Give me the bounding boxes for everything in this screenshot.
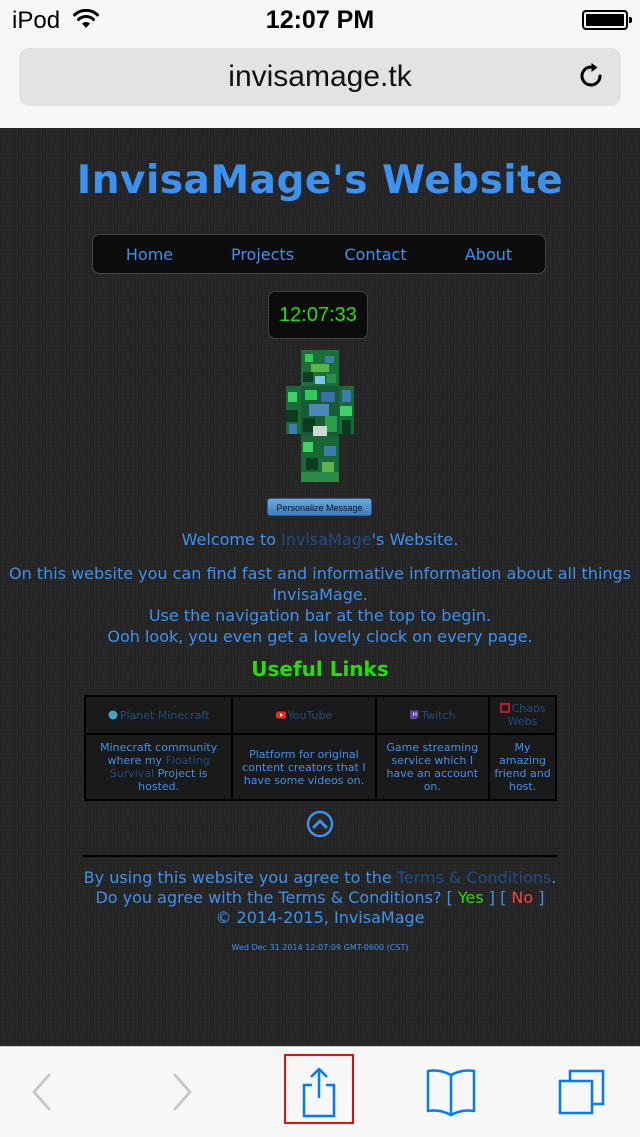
chevron-left-icon [32,1073,51,1111]
globe-icon [108,710,118,719]
link-twitch[interactable]: Twitch [374,695,491,735]
terms-question: Do you agree with the Terms & Conditions… [0,888,640,908]
useful-links-heading: Useful Links [251,657,389,681]
status-time: 12:07 PM [265,6,375,34]
reload-icon[interactable] [575,60,607,92]
web-page: InvisaMage's Website Home Projects Conta… [0,128,640,1046]
welcome-prefix: Welcome to [181,530,282,549]
description-twitch: Game streaming service which I have an a… [374,733,491,801]
terms-notice: By using this website you agree to the T… [0,868,640,888]
site-footer: By using this website you agree to the T… [0,868,640,928]
minecraft-skin-image [286,350,354,482]
bracket: ] [533,888,545,907]
nav-home[interactable]: Home [93,245,206,264]
bracket: ] [483,888,495,907]
back-to-top-icon[interactable] [306,810,334,838]
nav-projects[interactable]: Projects [206,245,319,264]
status-bar: iPod 12:07 PM [0,0,640,40]
intro-line: Use the navigation bar at the top to beg… [148,606,492,625]
browser-toolbar [0,1046,640,1136]
chevron-right-icon [173,1073,192,1111]
twitch-icon [410,710,419,720]
back-button[interactable] [22,1047,62,1137]
youtube-icon [275,711,286,718]
browser-address-area: invisamage.tk [0,40,640,128]
bookmarks-button[interactable] [420,1047,482,1137]
address-bar[interactable]: invisamage.tk [19,48,621,106]
welcome-suffix: 's Website. [371,530,459,549]
share-icon [302,1067,336,1118]
question-text: Do you agree with the Terms & Conditions… [95,888,447,907]
tabs-button[interactable] [552,1047,612,1137]
page-clock: 12:07:33 [268,291,368,339]
copyright: © 2014-2015, InvisaMage [215,908,425,927]
tabs-icon [558,1069,605,1115]
footer-divider [83,855,557,857]
intro-line: Ooh look, you even get a lovely clock on… [107,627,533,646]
description-planet-minecraft: Minecraft community where my Floating Su… [83,733,234,801]
site-title: InvisaMage's Website [76,158,564,203]
chaos-webs-icon [499,703,510,713]
terms-text: By using this website you agree to the [83,868,397,887]
date-stamp: Wed Dec 31 2014 12:07:09 GMT-0600 (CST) [231,943,409,952]
nav-about[interactable]: About [432,245,545,264]
terms-link[interactable]: Terms & Conditions [397,868,551,887]
forward-button[interactable] [162,1047,202,1137]
intro-line: On this website you can find fast and in… [8,564,632,583]
description-chaos-webs: My amazing friend and host. [488,733,557,801]
intro-text: On this website you can find fast and in… [0,563,640,647]
link-youtube[interactable]: YouTube [231,695,377,735]
share-button[interactable] [294,1047,344,1137]
table-row: Planet Minecraft YouTube Twitch Chaos We… [83,695,557,735]
link-label[interactable]: Chaos Webs [508,702,546,728]
terms-period: . [551,868,557,887]
no-link[interactable]: No [511,888,533,907]
table-row: Minecraft community where my Floating Su… [83,733,557,801]
link-label[interactable]: Twitch [421,709,455,722]
welcome-name-link[interactable]: InvisaMage [281,530,372,549]
bracket: [ [495,888,512,907]
bookmarks-book-icon [426,1069,476,1117]
link-planet-minecraft[interactable]: Planet Minecraft [83,695,234,735]
description-youtube: Platform for original content creators t… [231,733,377,801]
battery-icon [582,10,632,30]
link-label[interactable]: YouTube [288,709,333,722]
personalize-message-button[interactable]: Personalize Message [267,498,372,516]
link-chaos-webs[interactable]: Chaos Webs [488,695,557,735]
bracket: [ [446,888,458,907]
useful-links-table: Planet Minecraft YouTube Twitch Chaos We… [83,695,557,801]
nav-bar: Home Projects Contact About [92,234,546,274]
link-label[interactable]: Planet Minecraft [120,709,210,722]
address-url[interactable]: invisamage.tk [19,60,621,94]
welcome-text: Welcome to InvisaMage's Website. [0,530,640,549]
intro-line: InvisaMage. [272,585,368,604]
nav-contact[interactable]: Contact [319,245,432,264]
yes-link[interactable]: Yes [458,888,484,907]
